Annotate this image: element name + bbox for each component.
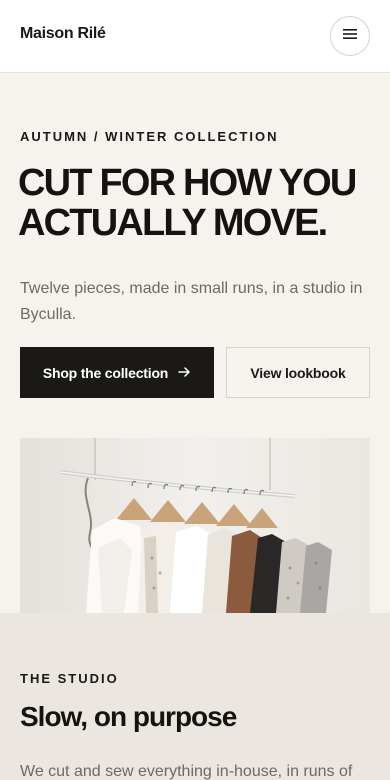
studio-eyebrow: THE STUDIO xyxy=(20,671,119,686)
hero-headline: CUT FOR HOW YOU ACTUALLY MOVE. xyxy=(18,162,357,244)
shop-collection-button[interactable]: Shop the collection xyxy=(20,347,214,398)
hamburger-menu-icon xyxy=(343,27,357,45)
hero-eyebrow: AUTUMN / WINTER COLLECTION xyxy=(20,129,279,144)
shop-collection-label: Shop the collection xyxy=(42,364,169,381)
arrow-right-icon xyxy=(178,365,191,381)
hero-section: AUTUMN / WINTER COLLECTION CUT FOR HOW Y… xyxy=(0,73,390,613)
hero-image-clothing-rack xyxy=(20,438,370,613)
brand-logo[interactable]: Maison Rilé xyxy=(20,25,106,43)
studio-section: THE STUDIO Slow, on purpose We cut and s… xyxy=(0,613,390,780)
view-lookbook-button[interactable]: View lookbook xyxy=(226,347,370,398)
hero-lede: Twelve pieces, made in small runs, in a … xyxy=(20,280,363,323)
menu-button[interactable] xyxy=(330,16,370,56)
studio-title: Slow, on purpose xyxy=(20,701,237,732)
studio-body: We cut and sew everything in-house, in r… xyxy=(20,763,353,780)
site-header: Maison Rilé xyxy=(0,0,390,73)
